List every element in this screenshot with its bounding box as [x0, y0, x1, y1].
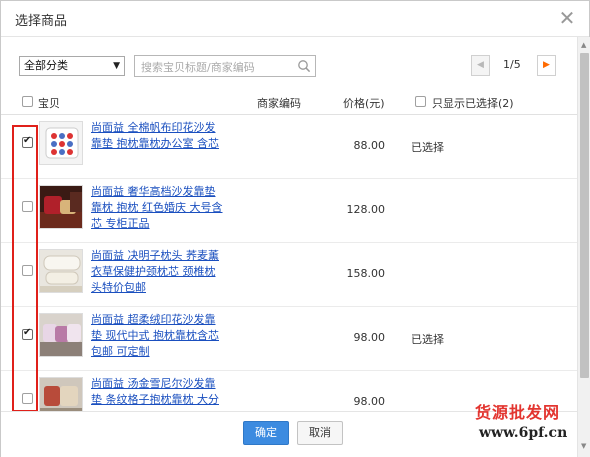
- scroll-down-icon[interactable]: ▼: [581, 442, 586, 450]
- confirm-button[interactable]: 确定: [243, 421, 289, 445]
- next-page-icon[interactable]: ▶: [537, 55, 556, 76]
- product-price: 158.00: [346, 267, 386, 280]
- search-placeholder: 搜索宝贝标题/商家编码: [141, 61, 255, 74]
- product-title-link[interactable]: 尚面益 汤金雪尼尔沙发靠垫 条纹格子抱枕靠枕 大分: [91, 376, 223, 408]
- product-title-link[interactable]: 尚面益 超柔绒印花沙发靠垫 现代中式 抱枕靠枕含芯包邮 可定制: [91, 312, 223, 360]
- product-price: 98.00: [353, 331, 386, 344]
- product-price: 88.00: [353, 139, 386, 152]
- product-title-link[interactable]: 尚面益 决明子枕头 荞麦薰衣草保健护颈枕芯 颈椎枕头特价包邮: [91, 248, 223, 296]
- selected-status: 已选择: [411, 333, 444, 346]
- product-thumbnail: [39, 377, 83, 411]
- table-row: 尚面益 奢华高档沙发靠垫靠枕 抱枕 红色婚庆 大号含芯 专柜正品 128.00: [1, 179, 577, 243]
- table-row: 尚面益 决明子枕头 荞麦薰衣草保健护颈枕芯 颈椎枕头特价包邮 158.00: [1, 243, 577, 307]
- table-header: 宝贝 商家编码 价格(元) 只显示已选择(2): [1, 89, 577, 115]
- select-product-dialog: 选择商品 ✕ 全部分类 ▼ 搜索宝贝标题/商家编码 ◀ 1/5 ▶ 宝贝 商家编…: [0, 0, 590, 457]
- product-list: 尚面益 全棉帆布印花沙发靠垫 抱枕靠枕办公室 含芯 88.00 已选择 尚面益 …: [1, 115, 577, 411]
- page-indicator: 1/5: [503, 58, 521, 71]
- dialog-footer: 确定 取消: [1, 411, 577, 457]
- header-merchant-code: 商家编码: [257, 97, 301, 110]
- row-checkbox[interactable]: [22, 201, 33, 212]
- scroll-up-icon[interactable]: ▲: [581, 41, 586, 49]
- dialog-titlebar: 选择商品 ✕: [1, 1, 589, 37]
- row-checkbox[interactable]: [22, 327, 33, 340]
- toolbar: 全部分类 ▼ 搜索宝贝标题/商家编码 ◀ 1/5 ▶: [1, 37, 577, 89]
- selected-status: 已选择: [411, 141, 444, 154]
- cancel-button[interactable]: 取消: [297, 421, 343, 445]
- header-price: 价格(元): [343, 97, 385, 110]
- product-title-link[interactable]: 尚面益 全棉帆布印花沙发靠垫 抱枕靠枕办公室 含芯: [91, 120, 223, 152]
- row-checkbox[interactable]: [22, 265, 33, 276]
- prev-page-icon[interactable]: ◀: [471, 55, 490, 76]
- product-thumbnail: [39, 185, 83, 229]
- product-thumbnail: [39, 121, 83, 165]
- category-select[interactable]: 全部分类 ▼: [19, 56, 125, 76]
- vertical-scrollbar[interactable]: ▲ ▼: [577, 37, 590, 457]
- row-checkbox[interactable]: [22, 393, 33, 404]
- scrollbar-thumb[interactable]: [580, 53, 589, 378]
- dropdown-arrow-icon: ▼: [113, 61, 120, 71]
- show-selected-only-label: 只显示已选择(2): [432, 97, 514, 110]
- product-title-link[interactable]: 尚面益 奢华高档沙发靠垫靠枕 抱枕 红色婚庆 大号含芯 专柜正品: [91, 184, 223, 232]
- table-row: 尚面益 汤金雪尼尔沙发靠垫 条纹格子抱枕靠枕 大分 98.00: [1, 371, 577, 411]
- table-row: 尚面益 全棉帆布印花沙发靠垫 抱枕靠枕办公室 含芯 88.00 已选择: [1, 115, 577, 179]
- product-price: 98.00: [353, 395, 386, 408]
- product-price: 128.00: [346, 203, 386, 216]
- pagination: ◀ 1/5 ▶: [471, 55, 557, 77]
- category-select-value: 全部分类: [24, 59, 68, 72]
- search-input[interactable]: 搜索宝贝标题/商家编码: [134, 55, 316, 77]
- dialog-title: 选择商品: [15, 14, 68, 29]
- table-row: 尚面益 超柔绒印花沙发靠垫 现代中式 抱枕靠枕含芯包邮 可定制 98.00 已选…: [1, 307, 577, 371]
- product-thumbnail: [39, 249, 83, 293]
- close-icon[interactable]: ✕: [557, 7, 577, 29]
- show-selected-only-checkbox[interactable]: [415, 96, 426, 107]
- header-item: 宝贝: [38, 97, 60, 110]
- select-all-checkbox[interactable]: [22, 96, 33, 107]
- row-checkbox[interactable]: [22, 135, 33, 148]
- search-icon[interactable]: [297, 59, 311, 73]
- product-thumbnail: [39, 313, 83, 357]
